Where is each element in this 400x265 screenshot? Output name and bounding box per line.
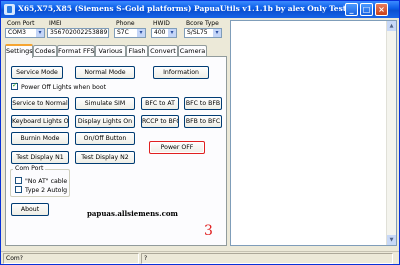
- service-mode-button[interactable]: Service Mode: [11, 66, 63, 79]
- hwid-label: HWID: [153, 20, 170, 27]
- about-button[interactable]: About: [11, 203, 49, 216]
- maximize-button[interactable]: □: [360, 3, 373, 16]
- power-off-lights-label: Power Off Lights when boot: [21, 84, 107, 91]
- imei-label: IMEI: [49, 20, 62, 27]
- tab-settings[interactable]: Settings: [5, 44, 33, 58]
- title-bar[interactable]: X65,X75,X85 (Siemens S-Gold platforms) P…: [1, 1, 399, 18]
- service-to-normal-button[interactable]: Service to Normal: [11, 97, 69, 110]
- status-com: Com?: [3, 253, 139, 264]
- normal-mode-button[interactable]: Normal Mode: [75, 66, 135, 79]
- hwid-select[interactable]: 400: [151, 28, 177, 38]
- com-port-select[interactable]: COM3: [5, 28, 45, 38]
- information-button[interactable]: Information: [153, 66, 209, 79]
- rccp-to-bfc-button[interactable]: RCCP to BFC: [141, 115, 179, 128]
- com-port-label: Com Port: [7, 20, 35, 27]
- phone-select[interactable]: S7C: [114, 28, 146, 38]
- bcore-type-label: Bcore Type: [186, 20, 219, 27]
- vertical-scrollbar[interactable]: ▲ ▼: [386, 21, 396, 245]
- no-at-cable-label: "No AT" cable: [25, 178, 68, 185]
- bfc-to-bfb-button[interactable]: BFC to BFB: [184, 97, 222, 110]
- type2-autolg-label: Type 2 Autolg: [25, 187, 68, 194]
- close-button[interactable]: ×: [375, 3, 388, 16]
- website-link[interactable]: papuas.allsiemens.com: [87, 209, 178, 218]
- bfc-to-at-button[interactable]: BFC to AT: [141, 97, 179, 110]
- app-window: X65,X75,X85 (Siemens S-Gold platforms) P…: [0, 0, 400, 265]
- simulate-sim-button[interactable]: Simulate SIM: [75, 97, 135, 110]
- burnin-mode-button[interactable]: Burnin Mode: [11, 132, 69, 145]
- com-port-group-title: Com Port: [13, 165, 46, 172]
- status-bar: Com? ?: [1, 251, 399, 264]
- window-title: X65,X75,X85 (Siemens S-Gold platforms) P…: [18, 4, 350, 13]
- checkbox-box[interactable]: [11, 81, 18, 90]
- power-off-lights-checkbox[interactable]: Power Off Lights when boot: [11, 81, 107, 91]
- annotation-number: 3: [204, 223, 213, 239]
- keyboard-lights-on-button[interactable]: Keyboard Lights On: [11, 115, 69, 128]
- test-display-n1-button[interactable]: Test Display N1: [11, 151, 69, 164]
- scroll-down-icon[interactable]: ▼: [387, 235, 396, 245]
- checkbox-box[interactable]: [15, 177, 22, 184]
- status-message: ?: [141, 253, 393, 264]
- test-display-n2-button[interactable]: Test Display N2: [75, 151, 135, 164]
- checkbox-box[interactable]: [15, 186, 22, 193]
- power-off-button[interactable]: Power OFF: [149, 141, 205, 154]
- display-lights-on-button[interactable]: Display Lights On: [75, 115, 135, 128]
- type2-autolg-checkbox[interactable]: Type 2 Autolg: [15, 186, 67, 194]
- imei-field[interactable]: 356702002253889: [47, 28, 109, 38]
- bcore-type-select[interactable]: S/SL75: [184, 28, 222, 38]
- no-at-cable-checkbox[interactable]: "No AT" cable: [15, 177, 67, 185]
- bfb-to-bfc-button[interactable]: BFB to BFC: [184, 115, 222, 128]
- log-output[interactable]: ▲ ▼: [230, 20, 397, 246]
- phone-label: Phone: [116, 20, 135, 27]
- scroll-up-icon[interactable]: ▲: [387, 21, 396, 31]
- minimize-button[interactable]: _: [345, 3, 358, 16]
- onoff-button[interactable]: On/Off Button: [75, 132, 135, 145]
- app-icon: [4, 4, 15, 15]
